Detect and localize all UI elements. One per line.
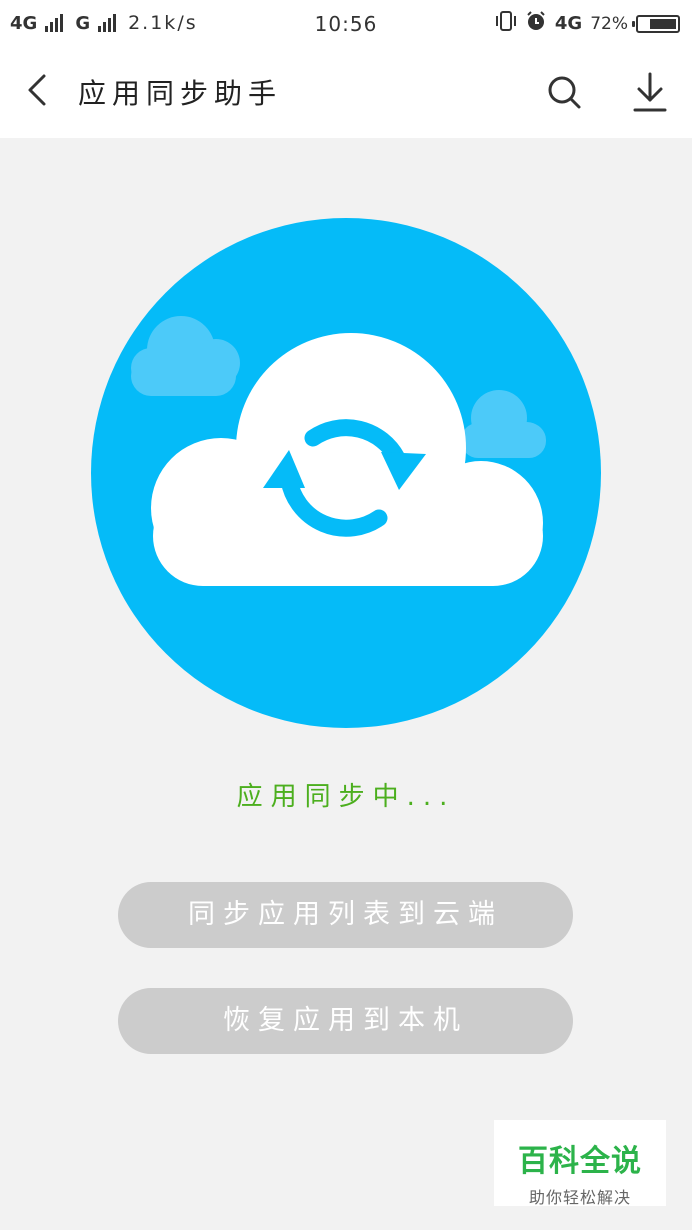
cloud-sync-icon <box>131 316 546 586</box>
sync-status-text: 应用同步中... <box>236 782 456 812</box>
network-type-3: 4G <box>554 13 583 34</box>
battery-icon <box>632 14 680 33</box>
title-bar: 应用同步助手 <box>0 46 692 138</box>
status-right: 4G 72% <box>495 10 680 37</box>
sync-list-to-cloud-button[interactable]: 同步应用列表到云端 <box>118 882 573 948</box>
battery-percent: 72% <box>590 13 628 34</box>
search-icon[interactable] <box>544 72 584 112</box>
cloud-sync-illustration <box>91 218 601 728</box>
back-icon[interactable] <box>18 70 58 110</box>
status-bar: 4G G 2.1k/s 10:56 4G 72% <box>0 0 692 46</box>
download-icon[interactable] <box>630 70 670 114</box>
watermark-title: 百科全说 <box>518 1144 642 1179</box>
vibrate-icon <box>495 10 517 37</box>
alarm-icon <box>525 10 547 37</box>
watermark-subtitle: 助你轻松解决 <box>528 1188 631 1207</box>
page-title: 应用同步助手 <box>78 77 283 110</box>
watermark-logo: 百科全说 助你轻松解决 <box>494 1120 666 1207</box>
restore-apps-button[interactable]: 恢复应用到本机 <box>118 988 573 1054</box>
battery-fill <box>650 18 676 29</box>
